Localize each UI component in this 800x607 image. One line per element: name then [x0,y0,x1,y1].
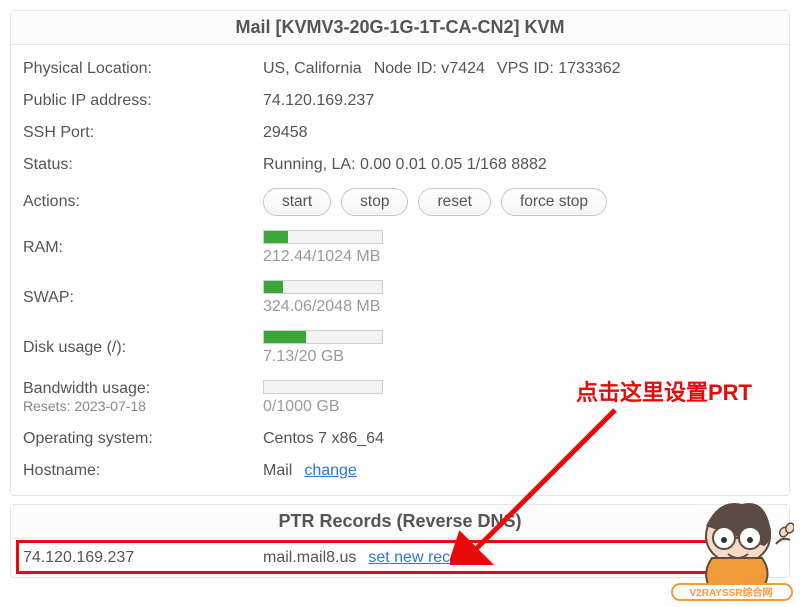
annotation-text: 点击这里设置PRT [576,375,752,407]
info-table: Physical Location: US, California Node I… [23,53,777,487]
row-ssh-port: SSH Port: 29458 [23,117,777,149]
reset-button[interactable]: reset [418,188,490,216]
public-ip-value: 74.120.169.237 [263,92,777,110]
actions-label: Actions: [23,193,263,211]
bw-bar [263,380,383,394]
ssh-port-value: 29458 [263,124,777,142]
row-actions: Actions: start stop reset force stop [23,181,777,223]
disk-text: 7.13/20 GB [263,348,383,366]
force-stop-button[interactable]: force stop [501,188,607,216]
row-os: Operating system: Centos 7 x86_64 [23,423,777,455]
hostname-value: Mail [263,462,292,480]
start-button[interactable]: start [263,188,331,216]
panel-body: Physical Location: US, California Node I… [11,45,789,495]
ram-label: RAM: [23,239,263,257]
ssh-port-label: SSH Port: [23,124,263,142]
watermark-text: V2RAYSSR综合网 [690,586,773,599]
os-label: Operating system: [23,430,263,448]
vps-info-panel: Mail [KVMV3-20G-1G-1T-CA-CN2] KVM Physic… [10,10,790,496]
row-physical-location: Physical Location: US, California Node I… [23,53,777,85]
vps-id: VPS ID: 1733362 [497,60,621,78]
node-id: Node ID: v7424 [374,60,485,78]
bandwidth-reset: Resets: 2023-07-18 [23,398,146,414]
stop-button[interactable]: stop [341,188,408,216]
disk-bar [263,330,383,344]
ptr-ip: 74.120.169.237 [23,549,263,567]
swap-bar [263,280,383,294]
status-value: Running, LA: 0.00 0.01 0.05 1/168 8882 [263,156,777,174]
physical-location-label: Physical Location: [23,60,263,78]
panel-title: Mail [KVMV3-20G-1G-1T-CA-CN2] KVM [11,11,789,45]
set-new-record-link[interactable]: set new record [368,549,473,567]
ram-text: 212.44/1024 MB [263,248,383,266]
ram-bar [263,230,383,244]
row-swap: SWAP: 324.06/2048 MB [23,273,777,323]
row-hostname: Hostname: Mail change [23,455,777,487]
swap-text: 324.06/2048 MB [263,298,383,316]
row-ram: RAM: 212.44/1024 MB [23,223,777,273]
public-ip-label: Public IP address: [23,92,263,110]
ptr-hostname: mail.mail8.us [263,549,356,567]
change-link[interactable]: change [304,462,357,480]
swap-label: SWAP: [23,289,263,307]
row-status: Status: Running, LA: 0.00 0.01 0.05 1/16… [23,149,777,181]
watermark-logo: V2RAYSSR综合网 [664,496,794,601]
os-value: Centos 7 x86_64 [263,430,777,448]
bandwidth-label: Bandwidth usage: [23,380,150,397]
disk-label: Disk usage (/): [23,339,263,357]
row-public-ip: Public IP address: 74.120.169.237 [23,85,777,117]
status-label: Status: [23,156,263,174]
hostname-label: Hostname: [23,462,263,480]
physical-location-value: US, California [263,60,362,78]
bandwidth-text: 0/1000 GB [263,398,383,416]
row-disk: Disk usage (/): 7.13/20 GB [23,323,777,373]
actions-button-row: start stop reset force stop [263,188,607,216]
